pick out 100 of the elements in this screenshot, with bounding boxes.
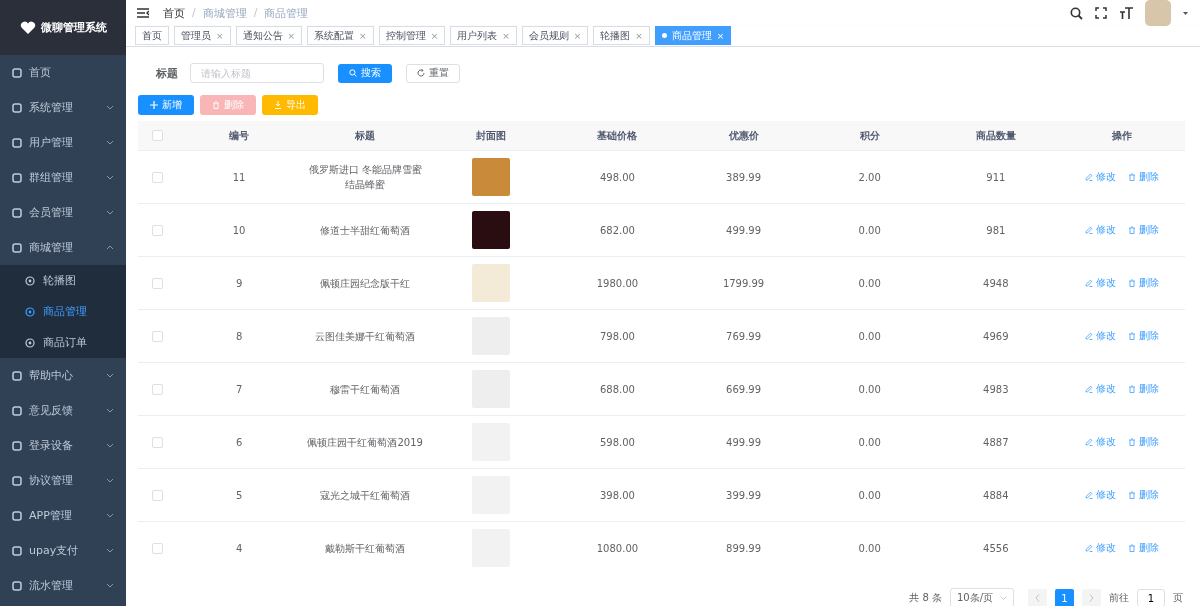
row-checkbox[interactable] xyxy=(151,542,163,554)
menu-item[interactable]: 会员管理 xyxy=(0,195,126,230)
edit-link[interactable]: 修改 xyxy=(1084,488,1116,502)
text-size-icon[interactable] xyxy=(1119,7,1133,19)
edit-link[interactable]: 修改 xyxy=(1084,435,1116,449)
menu-item[interactable]: APP管理 xyxy=(0,498,126,533)
page-tab[interactable]: 控制管理 × xyxy=(378,26,446,45)
table-cell: 981 xyxy=(932,203,1059,257)
search-button[interactable]: 搜索 xyxy=(338,63,392,83)
row-checkbox[interactable] xyxy=(151,277,163,289)
menu-item[interactable]: 帮助中心 xyxy=(0,358,126,393)
edit-link[interactable]: 修改 xyxy=(1084,329,1116,343)
row-checkbox[interactable] xyxy=(151,330,163,342)
edit-link[interactable]: 修改 xyxy=(1084,223,1116,237)
delete-link[interactable]: 删除 xyxy=(1127,435,1159,449)
active-dot-icon xyxy=(661,33,667,38)
edit-link[interactable]: 修改 xyxy=(1084,541,1116,555)
previous-page-button[interactable] xyxy=(1028,588,1047,606)
menu-item[interactable]: 流水管理 xyxy=(0,568,126,603)
menu-item[interactable]: 协议管理 xyxy=(0,463,126,498)
table-cell: 0.00 xyxy=(806,415,933,469)
row-checkbox[interactable] xyxy=(151,383,163,395)
export-button[interactable]: 导出 xyxy=(262,95,318,115)
close-icon[interactable]: × xyxy=(502,30,510,41)
row-checkbox[interactable] xyxy=(151,489,163,501)
delete-link[interactable]: 删除 xyxy=(1127,382,1159,396)
menu-fold-icon[interactable] xyxy=(137,8,149,18)
close-icon[interactable]: × xyxy=(573,30,582,41)
table-cell: 669.99 xyxy=(680,362,807,416)
breadcrumb-link[interactable]: 首页 xyxy=(163,5,185,21)
page-number-button[interactable]: 1 xyxy=(1055,588,1074,606)
edit-link[interactable]: 修改 xyxy=(1084,276,1116,290)
edit-link[interactable]: 修改 xyxy=(1084,170,1116,184)
table-cell: 798.00 xyxy=(554,309,681,363)
delete-link[interactable]: 删除 xyxy=(1127,329,1159,343)
page-tab[interactable]: 通知公告 × xyxy=(235,26,303,45)
delete-link[interactable]: 删除 xyxy=(1127,541,1159,555)
chevron-icon xyxy=(106,443,114,448)
delete-link[interactable]: 删除 xyxy=(1127,170,1159,184)
page-tab[interactable]: 管理员 × xyxy=(174,26,231,45)
table-cell: 5 xyxy=(176,468,303,522)
menu-icon xyxy=(12,67,22,78)
chevron-icon xyxy=(106,583,114,588)
fullscreen-icon[interactable] xyxy=(1095,7,1107,19)
avatar-photo-placeholder[interactable] xyxy=(1145,0,1171,26)
menu-icon xyxy=(12,172,22,183)
breadcrumb-link[interactable]: 商城管理 xyxy=(202,5,247,21)
table-cell: 4887 xyxy=(932,415,1059,469)
page-tab[interactable]: 会员规则 × xyxy=(521,26,589,45)
close-icon[interactable]: × xyxy=(287,30,296,41)
delete-link[interactable]: 删除 xyxy=(1127,223,1159,237)
submenu-item[interactable]: 商品订单 xyxy=(0,327,126,358)
download-icon xyxy=(274,101,282,109)
menu-item[interactable]: 商城管理 xyxy=(0,230,126,265)
add-button[interactable]: 新增 xyxy=(138,95,194,115)
table-cell: 6 xyxy=(176,415,303,469)
select-all-checkbox[interactable] xyxy=(151,130,163,142)
submenu-item[interactable]: 商品管理 xyxy=(0,296,126,327)
close-icon[interactable]: × xyxy=(359,30,367,41)
close-icon[interactable]: × xyxy=(635,30,643,41)
menu-icon xyxy=(12,405,22,416)
delete-link[interactable]: 删除 xyxy=(1127,488,1159,502)
menu-item[interactable]: 登录设备 xyxy=(0,428,126,463)
edit-link[interactable]: 修改 xyxy=(1084,382,1116,396)
table-cell: 4948 xyxy=(932,256,1059,310)
page-tab[interactable]: 首页 xyxy=(135,26,169,45)
row-checkbox[interactable] xyxy=(151,171,163,183)
page-tab[interactable]: 用户列表 × xyxy=(450,26,517,45)
table-cell: 0.00 xyxy=(806,256,933,310)
plus-icon xyxy=(150,101,158,109)
trash-icon xyxy=(1127,173,1136,181)
heart-logo-icon xyxy=(19,20,36,35)
chevron-icon xyxy=(106,175,114,180)
submenu-item[interactable]: 轮播图 xyxy=(0,265,126,296)
next-page-button[interactable] xyxy=(1082,588,1101,606)
menu-icon xyxy=(12,580,22,591)
menu-item[interactable]: 首页 xyxy=(0,55,126,90)
caret-icon[interactable] xyxy=(1183,11,1188,15)
close-icon[interactable]: × xyxy=(430,30,439,41)
menu-item[interactable]: upay支付 xyxy=(0,533,126,568)
menu-item[interactable]: 用户管理 xyxy=(0,125,126,160)
page-number-field[interactable]: 1 xyxy=(1137,589,1165,606)
menu-item[interactable]: 系统管理 xyxy=(0,90,126,125)
reset-button[interactable]: 重置 xyxy=(406,63,460,83)
delete-link[interactable]: 删除 xyxy=(1127,276,1159,290)
page-size-select[interactable]: 10条/页 xyxy=(950,588,1014,606)
search-icon[interactable] xyxy=(1070,6,1083,20)
menu-icon xyxy=(12,370,22,381)
row-checkbox[interactable] xyxy=(151,436,163,448)
menu-item[interactable]: 群组管理 xyxy=(0,160,126,195)
page-tab[interactable]: 轮播图 × xyxy=(593,26,650,45)
breadcrumb-link[interactable]: 商品管理 xyxy=(264,5,309,21)
close-icon[interactable]: × xyxy=(716,30,725,41)
table-cell: 499.99 xyxy=(680,203,807,257)
menu-item[interactable]: 意见反馈 xyxy=(0,393,126,428)
page-tab[interactable]: 商品管理 × xyxy=(654,26,732,45)
close-icon[interactable]: × xyxy=(216,30,224,41)
row-checkbox[interactable] xyxy=(151,224,163,236)
page-tab[interactable]: 系统配置 × xyxy=(307,26,374,45)
circle-dot-icon xyxy=(25,275,35,286)
